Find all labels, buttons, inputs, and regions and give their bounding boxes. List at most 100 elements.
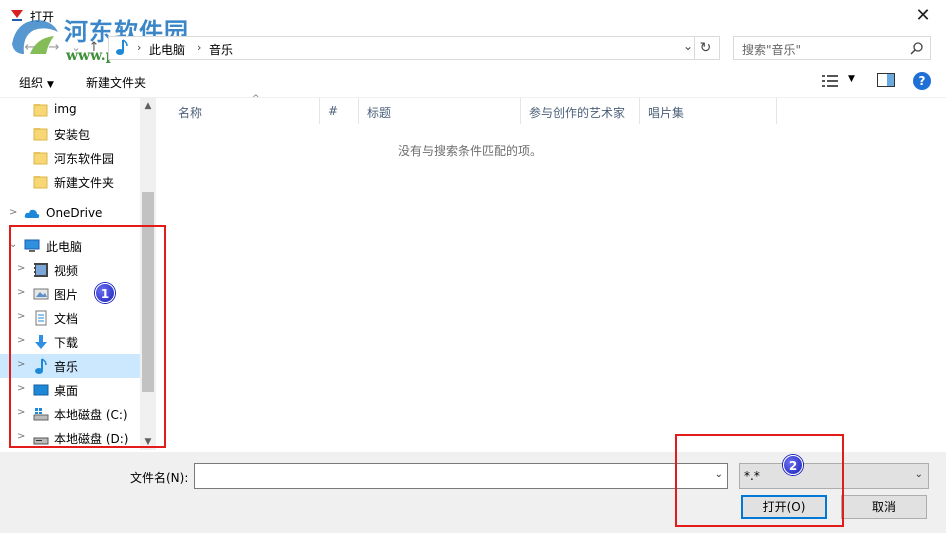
filename-label: 文件名(N): — [130, 471, 189, 485]
tree-item[interactable]: > 下载 — [0, 330, 140, 354]
picture-icon — [33, 288, 49, 300]
music-note-icon — [116, 39, 128, 55]
column-header-title[interactable]: 标题 — [359, 98, 521, 124]
chevron-right-icon[interactable]: > — [17, 335, 25, 346]
tree-item-label: 此电脑 — [46, 240, 83, 254]
tree-item[interactable]: 新建文件夹 — [0, 170, 140, 194]
scroll-thumb[interactable] — [142, 192, 154, 392]
tree-item-label: OneDrive — [46, 206, 103, 220]
scroll-up-icon[interactable]: ▲ — [140, 98, 156, 114]
chevron-right-icon[interactable]: > — [17, 287, 25, 298]
column-label: # — [328, 104, 339, 118]
tree-item[interactable]: img — [0, 98, 140, 122]
breadcrumb-this-pc[interactable]: 此电脑 — [149, 41, 185, 58]
column-header-artist[interactable]: 参与创作的艺术家 — [521, 98, 640, 124]
close-icon: ✕ — [915, 4, 931, 26]
tree-item-label: 河东软件园 — [54, 152, 115, 166]
music-icon — [35, 358, 47, 374]
tree-item[interactable]: > 图片 — [0, 282, 140, 306]
preview-pane-icon[interactable] — [877, 73, 895, 87]
chevron-right-icon[interactable]: > — [17, 407, 25, 418]
address-bar[interactable]: › 此电脑 › 音乐 ⌄ ↻ — [108, 36, 720, 60]
organize-menu[interactable]: 组织 ▼ — [19, 74, 54, 91]
column-header-number[interactable]: # — [320, 98, 359, 124]
command-toolbar: 组织 ▼ 新建文件夹 ▼ ? — [0, 64, 946, 98]
up-button[interactable]: ↑ — [84, 38, 104, 58]
column-label: 唱片集 — [648, 106, 685, 120]
app-icon — [11, 10, 23, 21]
tree-item-label: 文档 — [54, 312, 79, 326]
tree-item[interactable]: ⌄ 此电脑 — [0, 234, 140, 258]
scroll-down-icon[interactable]: ▼ — [140, 434, 156, 450]
chevron-right-icon[interactable]: > — [17, 383, 25, 394]
system-drive-icon — [33, 408, 49, 421]
chevron-down-icon: ⌄ — [914, 469, 923, 480]
file-type-value: *.* — [744, 469, 760, 483]
navigation-pane[interactable]: img 安装包河东软件园新建文件夹 > OneDrive ⌄ 此电脑 > 视频 > 图片 > 文档 > 下… — [0, 98, 156, 450]
search-input[interactable]: 搜索"音乐" — [742, 41, 801, 58]
tree-item-label: 新建文件夹 — [54, 176, 115, 190]
search-box[interactable]: 搜索"音乐" — [733, 36, 931, 60]
annotation-badge-2: 2 — [783, 455, 803, 475]
file-type-select[interactable]: *.* ⌄ — [739, 463, 929, 489]
navpane-scrollbar[interactable]: ▲ ▼ — [140, 98, 156, 450]
recent-locations-button[interactable]: ⌄ — [66, 38, 86, 58]
chevron-down-icon[interactable]: ⌄ — [9, 239, 17, 250]
drive-icon — [33, 437, 49, 445]
view-options-icon[interactable] — [822, 74, 838, 88]
folder-icon — [33, 104, 48, 117]
back-button[interactable]: ← — [20, 38, 40, 58]
tree-item-label: 桌面 — [54, 384, 79, 398]
window-title: 打开 — [30, 10, 55, 24]
filename-input[interactable]: ⌄ — [194, 463, 728, 489]
chevron-right-icon[interactable]: > — [17, 311, 25, 322]
navigation-bar: ← → ⌄ ↑ › 此电脑 › 音乐 ⌄ ↻ 搜索"音乐" — [0, 34, 946, 62]
chevron-right-icon[interactable]: > — [17, 431, 25, 442]
tree-item[interactable]: > OneDrive — [0, 202, 140, 226]
desktop-icon — [33, 384, 49, 396]
column-header-album[interactable]: 唱片集 — [640, 98, 777, 124]
chevron-down-icon[interactable]: ⌄ — [715, 469, 723, 480]
cancel-button[interactable]: 取消 — [841, 495, 927, 519]
tree-item[interactable]: > 桌面 — [0, 378, 140, 402]
chevron-right-icon[interactable]: > — [9, 207, 17, 218]
forward-button[interactable]: → — [44, 38, 64, 58]
help-icon[interactable]: ? — [913, 72, 931, 90]
tree-item-label: 图片 — [54, 288, 79, 302]
computer-icon — [24, 239, 40, 252]
refresh-button[interactable]: ↻ — [694, 37, 716, 59]
new-folder-button[interactable]: 新建文件夹 — [86, 74, 146, 91]
tree-item[interactable]: > 本地磁盘 (D:) — [0, 426, 140, 450]
close-button[interactable]: ✕ — [900, 0, 946, 30]
tree-item[interactable]: > 文档 — [0, 306, 140, 330]
search-icon — [910, 42, 923, 55]
file-list[interactable]: ^ 名称 # 标题 参与创作的艺术家 唱片集 没有与搜索条件匹配的项。 — [160, 94, 946, 450]
tree-item[interactable]: > 视频 — [0, 258, 140, 282]
tree-item[interactable]: 河东软件园 — [0, 146, 140, 170]
view-dropdown-icon[interactable]: ▼ — [848, 74, 855, 84]
tree-item-label: 视频 — [54, 264, 79, 278]
breadcrumb-separator: › — [197, 41, 202, 54]
column-label: 名称 — [178, 106, 203, 120]
tree-item-label: 本地磁盘 (C:) — [54, 408, 128, 422]
chevron-right-icon[interactable]: > — [17, 263, 25, 274]
tree-item-label: 安装包 — [54, 128, 91, 142]
empty-results-message: 没有与搜索条件匹配的项。 — [397, 144, 542, 158]
open-button[interactable]: 打开(O) — [741, 495, 827, 519]
video-icon — [34, 263, 48, 277]
sort-ascending-icon: ^ — [252, 94, 260, 104]
tree-item-label: 音乐 — [54, 360, 79, 374]
tree-item[interactable]: 安装包 — [0, 122, 140, 146]
tree-item[interactable]: > 音乐 — [0, 354, 140, 378]
chevron-down-icon: ▼ — [47, 80, 54, 90]
title-bar: 打开 ✕ — [0, 0, 946, 32]
breadcrumb-music[interactable]: 音乐 — [209, 41, 233, 58]
address-dropdown-icon[interactable]: ⌄ — [683, 39, 693, 53]
cloud-icon — [24, 209, 40, 218]
annotation-badge-1: 1 — [95, 283, 115, 303]
organize-label: 组织 — [19, 76, 44, 90]
chevron-right-icon[interactable]: > — [17, 359, 25, 370]
tree-item[interactable]: > 本地磁盘 (C:) — [0, 402, 140, 426]
document-icon — [35, 310, 47, 326]
column-header-name[interactable]: ^ 名称 — [170, 94, 320, 124]
